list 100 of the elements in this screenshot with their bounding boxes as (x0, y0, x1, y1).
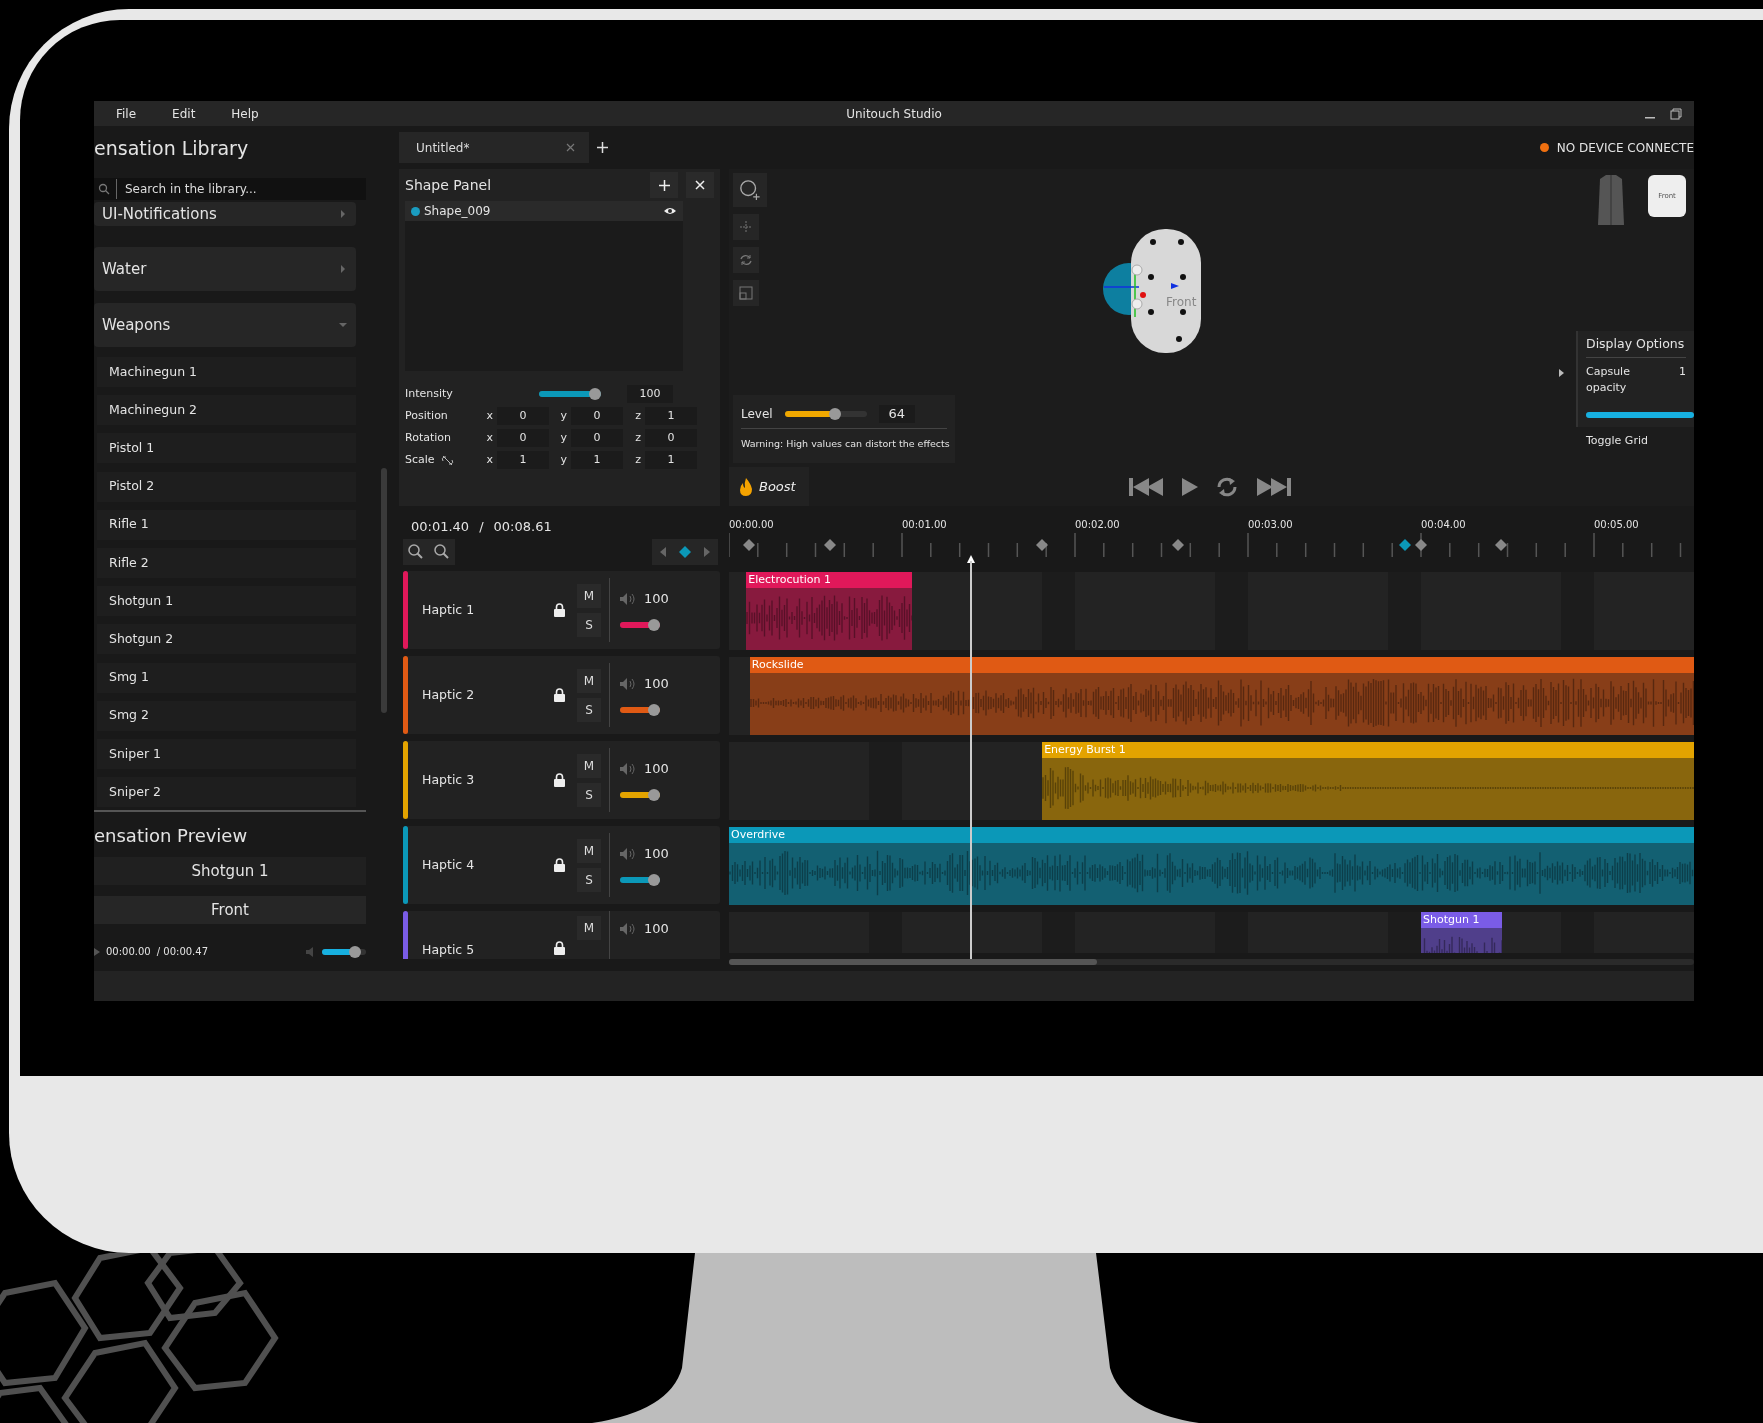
intensity-slider[interactable] (539, 388, 601, 400)
skip-back-icon[interactable] (1129, 476, 1165, 497)
track-header[interactable]: Haptic 3 M S 100 (403, 741, 720, 819)
solo-button[interactable]: S (577, 867, 601, 892)
mute-button[interactable]: M (577, 753, 601, 778)
property-label: Scale (405, 451, 435, 468)
level-slider[interactable] (784, 407, 867, 420)
ruler-label: 00:04.00 (1421, 518, 1466, 532)
lock-icon[interactable] (554, 688, 565, 702)
shape-list-item[interactable]: Shape_009 (405, 201, 683, 221)
playhead[interactable] (967, 555, 976, 961)
library-item[interactable]: Sniper 1 (97, 738, 356, 769)
boost-button[interactable]: Boost (729, 467, 809, 506)
menu-item[interactable]: Help (219, 104, 273, 123)
menu-item[interactable]: Edit (160, 104, 210, 123)
eye-icon[interactable] (663, 206, 677, 216)
zoom-out-icon[interactable] (429, 539, 455, 565)
rotate-tool[interactable] (733, 247, 759, 273)
next-keyframe-icon[interactable] (696, 539, 718, 565)
skip-forward-icon[interactable] (1255, 476, 1291, 497)
scale-tool[interactable] (733, 280, 759, 306)
play-icon[interactable] (1181, 476, 1199, 497)
add-tab-icon[interactable] (597, 142, 608, 153)
loop-icon[interactable] (1215, 476, 1239, 497)
category-header[interactable]: Water (94, 247, 356, 291)
speaker-icon[interactable] (620, 593, 636, 605)
value-field[interactable]: 1 (497, 451, 549, 469)
lock-icon[interactable] (554, 858, 565, 872)
track-header[interactable]: Haptic 4 M S 100 (403, 826, 720, 904)
total-time: 00:08.61 (493, 519, 552, 534)
value-field[interactable]: 1 (645, 407, 697, 425)
scrollbar[interactable] (381, 468, 387, 713)
solo-button[interactable]: S (577, 697, 601, 722)
value-field[interactable]: 0 (497, 429, 549, 447)
volume-slider[interactable] (620, 618, 660, 631)
library-item[interactable]: Rifle 2 (97, 547, 356, 578)
value-field[interactable]: 64 (878, 404, 915, 423)
library-item[interactable]: Rifle 1 (97, 509, 356, 540)
lock-icon[interactable] (554, 603, 565, 617)
value-field[interactable]: 100 (627, 385, 673, 403)
speaker-icon[interactable] (620, 763, 636, 775)
solo-button[interactable]: S (577, 612, 601, 637)
value-field[interactable]: 0 (571, 407, 623, 425)
zoom-in-icon[interactable] (403, 539, 429, 565)
keyframe-marker[interactable] (824, 539, 836, 551)
scrollbar-thumb[interactable] (729, 959, 1097, 965)
speaker-icon[interactable] (620, 678, 636, 690)
close-icon[interactable] (566, 143, 575, 152)
library-item[interactable]: Pistol 1 (97, 433, 356, 464)
value-field[interactable]: 0 (571, 429, 623, 447)
menu-item[interactable]: File (104, 104, 151, 123)
keyframe-marker[interactable] (1172, 539, 1184, 551)
keyframe-marker[interactable] (1415, 539, 1427, 551)
speaker-icon[interactable] (620, 922, 636, 935)
keyframe-marker[interactable] (1399, 539, 1411, 551)
library-item[interactable]: Pistol 2 (97, 471, 356, 502)
volume-slider[interactable] (620, 788, 660, 801)
close-button[interactable] (686, 172, 714, 198)
toggle-grid-option[interactable]: Toggle Grid (1586, 432, 1686, 450)
library-item[interactable]: Machinegun 1 (97, 357, 356, 387)
mute-button[interactable]: M (577, 838, 601, 863)
value-field[interactable]: 1 (645, 451, 697, 469)
mute-button[interactable]: M (577, 916, 601, 940)
unlink-icon[interactable] (440, 454, 454, 466)
add-shape-tool[interactable] (733, 173, 767, 207)
speaker-icon[interactable] (620, 848, 636, 860)
track-header[interactable]: Haptic 2 M S 100 (403, 656, 720, 734)
previous-keyframe-icon[interactable] (652, 539, 674, 565)
volume-slider[interactable] (322, 945, 366, 958)
solo-button[interactable]: S (577, 782, 601, 807)
mute-button[interactable]: M (577, 583, 601, 608)
track-header[interactable]: Haptic 5 M 100 (403, 911, 720, 959)
volume-slider[interactable] (620, 873, 660, 886)
mute-button[interactable]: M (577, 668, 601, 693)
property-label: Intensity (405, 385, 454, 402)
restore-icon[interactable] (1670, 107, 1682, 120)
value-field[interactable]: 1 (571, 451, 623, 469)
flame-icon (739, 477, 753, 496)
value-field[interactable]: 0 (497, 407, 549, 425)
lock-icon[interactable] (554, 941, 565, 955)
view-selector[interactable]: Front (94, 896, 366, 924)
keyframe-marker[interactable] (1036, 539, 1048, 551)
library-item[interactable]: Shotgun 1 (97, 586, 356, 617)
category-header[interactable]: UI-Notifications (94, 202, 356, 226)
library-item[interactable]: Shotgun 2 (97, 624, 356, 655)
document-tab[interactable]: Untitled* (399, 132, 589, 163)
library-item[interactable]: Sniper 2 (97, 777, 356, 808)
library-item[interactable]: Smg 1 (97, 662, 356, 693)
category-header[interactable]: Weapons (94, 303, 356, 347)
value-field[interactable]: 0 (645, 429, 697, 447)
keyframe-marker[interactable] (743, 539, 755, 551)
lock-icon[interactable] (554, 773, 565, 787)
library-item[interactable]: Smg 2 (97, 700, 356, 731)
search-field[interactable]: Search in the library... (94, 178, 366, 200)
keyframe-marker[interactable] (1495, 539, 1507, 551)
volume-slider[interactable] (620, 703, 660, 716)
caret-right-icon[interactable] (1559, 369, 1564, 377)
track-header[interactable]: Haptic 1 M S 100 (403, 571, 720, 649)
library-item[interactable]: Machinegun 2 (97, 395, 356, 426)
add-shape-button[interactable] (650, 172, 678, 198)
